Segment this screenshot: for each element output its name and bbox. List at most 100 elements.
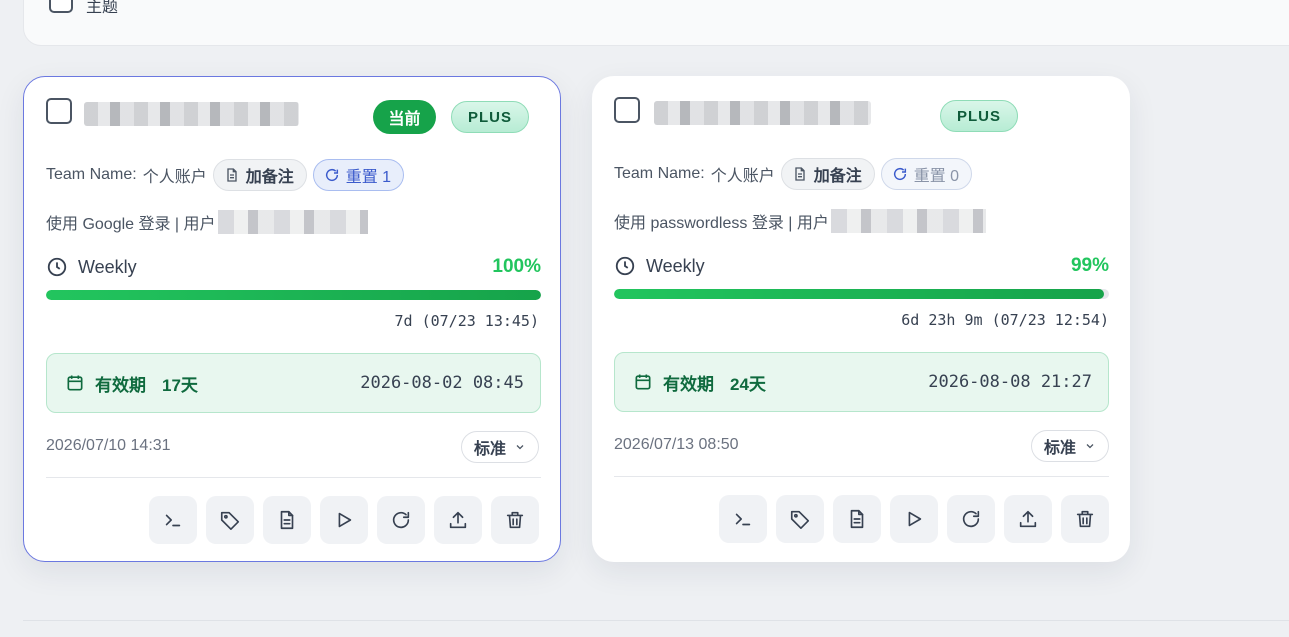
play-icon (908, 511, 922, 527)
weekly-usage: Weekly 99% (614, 252, 1109, 280)
divider (46, 477, 541, 478)
terminal-icon (165, 514, 181, 527)
action-bar (719, 495, 1109, 543)
trash-icon (506, 511, 524, 529)
clock-icon (47, 257, 67, 277)
document-button[interactable] (263, 496, 311, 544)
trash-icon (1076, 510, 1094, 528)
username-redacted (830, 209, 986, 233)
document-icon (280, 510, 294, 530)
upload-button[interactable] (1004, 495, 1052, 543)
upload-icon (1019, 510, 1037, 528)
team-label: Team Name: (614, 165, 705, 182)
calendar-icon (635, 374, 651, 390)
expiry-label: 有效期 (95, 375, 146, 395)
created-date: 2026/07/13 08:50 (614, 436, 739, 453)
plan-badge: PLUS (940, 100, 1018, 132)
document-icon (795, 167, 805, 181)
upload-button[interactable] (434, 496, 482, 544)
document-button[interactable] (833, 495, 881, 543)
divider (614, 476, 1109, 477)
login-text: 使用 passwordless 登录 | 用户 (614, 215, 829, 232)
reset-time: 7d (07/23 13:45) (394, 312, 540, 330)
email-redacted (84, 102, 299, 126)
refresh-icon (392, 511, 410, 529)
weekly-usage: Weekly 100% (46, 253, 541, 281)
email-redacted (654, 101, 871, 125)
usage-progress-bar (614, 289, 1109, 299)
refresh-icon (962, 510, 980, 528)
terminal-button[interactable] (719, 495, 767, 543)
reset-label: 重置 0 (913, 168, 960, 185)
expiry-days: 17天 (162, 375, 198, 395)
reset-button[interactable]: 重置 0 (880, 158, 973, 190)
current-badge: 当前 (373, 100, 436, 134)
usage-progress-bar (46, 290, 541, 300)
login-info: 使用 Google 登录 | 用户 (46, 210, 368, 234)
team-value: 个人账户 (710, 168, 775, 185)
delete-button[interactable] (491, 496, 539, 544)
reset-button[interactable]: 重置 1 (312, 159, 405, 191)
select-all-checkbox[interactable] (49, 0, 73, 13)
add-note-label: 加备注 (245, 169, 294, 186)
plan-select-value: 标准 (473, 441, 506, 458)
reset-time: 6d 23h 9m (07/23 12:54) (901, 311, 1109, 329)
tag-icon (220, 511, 240, 530)
usage-label: Weekly (78, 256, 137, 277)
action-bar (149, 496, 539, 544)
top-label: 主题 (86, 0, 119, 16)
expiry-label: 有效期 (663, 374, 714, 394)
refresh-icon (325, 168, 338, 182)
bottom-divider (23, 620, 1289, 621)
upload-icon (449, 511, 467, 529)
team-label: Team Name: (46, 166, 137, 183)
usage-label: Weekly (646, 255, 705, 276)
created-date: 2026/07/10 14:31 (46, 437, 171, 454)
play-icon (338, 512, 352, 528)
tag-icon (790, 510, 810, 529)
expiry-box: 有效期 17天 2026-08-02 08:45 (46, 353, 541, 413)
tag-button[interactable] (206, 496, 254, 544)
username-redacted (217, 210, 368, 234)
team-row: Team Name: 个人账户 加备注 重置 0 (614, 158, 973, 190)
document-icon (850, 509, 864, 529)
expiry-date: 2026-08-08 21:27 (928, 372, 1092, 392)
login-info: 使用 passwordless 登录 | 用户 (614, 209, 986, 233)
refresh-icon (893, 167, 906, 181)
add-note-label: 加备注 (813, 168, 862, 185)
add-note-button[interactable]: 加备注 (780, 158, 875, 190)
account-card: PLUS Team Name: 个人账户 加备注 重置 0 使用 passwor… (592, 76, 1130, 562)
add-note-button[interactable]: 加备注 (212, 159, 307, 191)
calendar-icon (67, 375, 83, 391)
usage-progress-fill (46, 290, 541, 300)
top-panel: 主题 (23, 0, 1289, 46)
expiry-days: 24天 (730, 374, 766, 394)
team-value: 个人账户 (142, 169, 207, 186)
delete-button[interactable] (1061, 495, 1109, 543)
plan-select[interactable]: 标准 (1030, 430, 1109, 462)
tag-button[interactable] (776, 495, 824, 543)
expiry-date: 2026-08-02 08:45 (360, 373, 524, 393)
play-button[interactable] (320, 496, 368, 544)
usage-progress-fill (614, 289, 1105, 299)
clock-icon (615, 256, 635, 276)
account-card: 当前 PLUS Team Name: 个人账户 加备注 重置 1 使用 Goog… (23, 76, 561, 562)
chevron-down-icon (1086, 444, 1094, 449)
team-row: Team Name: 个人账户 加备注 重置 1 (46, 159, 405, 191)
plan-select-value: 标准 (1043, 440, 1076, 457)
chevron-down-icon (516, 445, 524, 450)
terminal-button[interactable] (149, 496, 197, 544)
usage-percent: 99% (1070, 255, 1109, 276)
expiry-box: 有效期 24天 2026-08-08 21:27 (614, 352, 1109, 412)
login-text: 使用 Google 登录 | 用户 (46, 216, 216, 233)
plan-select[interactable]: 标准 (460, 431, 539, 463)
terminal-icon (735, 513, 751, 526)
refresh-button[interactable] (377, 496, 425, 544)
reset-label: 重置 1 (345, 169, 392, 186)
refresh-button[interactable] (947, 495, 995, 543)
plan-badge: PLUS (451, 101, 529, 133)
document-icon (227, 168, 237, 182)
play-button[interactable] (890, 495, 938, 543)
card-checkbox[interactable] (614, 97, 640, 123)
card-checkbox[interactable] (46, 98, 72, 124)
